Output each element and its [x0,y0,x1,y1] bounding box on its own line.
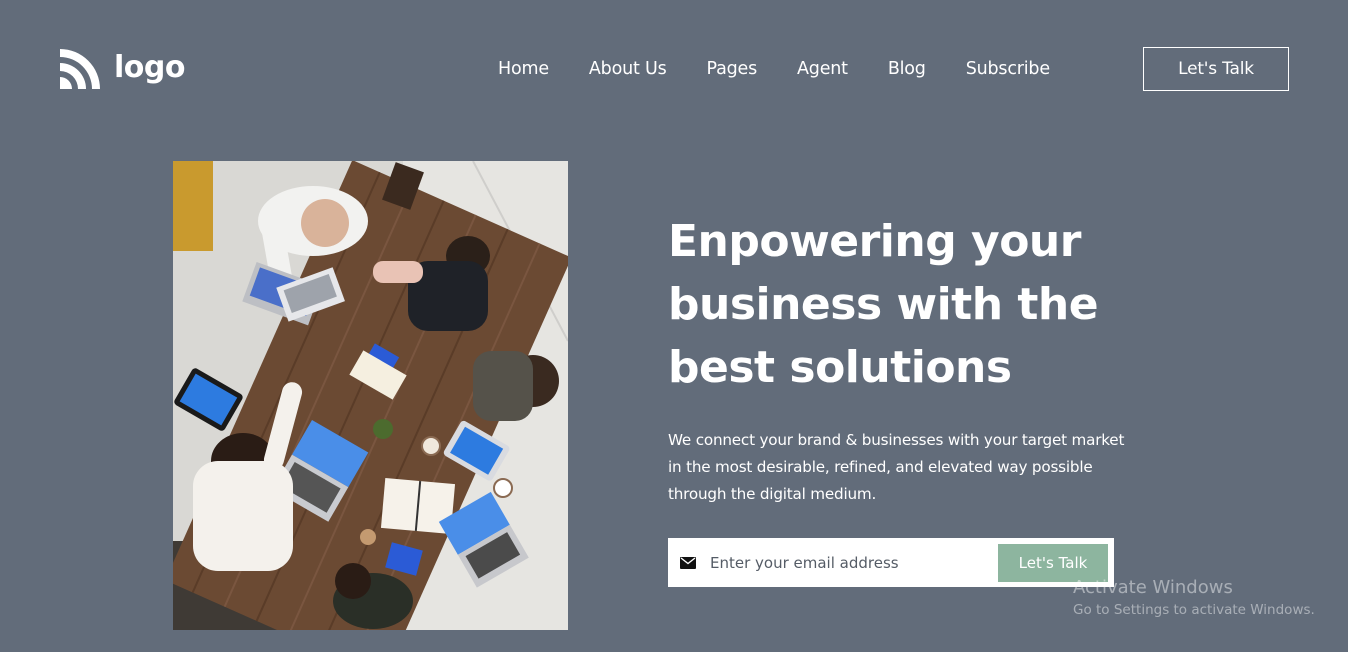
hero-description: We connect your brand & businesses with … [668,427,1188,508]
nav-subscribe[interactable]: Subscribe [966,57,1050,81]
wifi-rss-logo-icon [60,49,100,89]
hero-image [173,161,568,630]
nav-agent[interactable]: Agent [797,57,848,81]
email-subscribe-form: Let's Talk [668,538,1114,587]
nav-home[interactable]: Home [498,57,549,81]
hero-description-line-3: through the digital medium. [668,485,877,503]
activate-windows-watermark: Activate Windows Go to Settings to activ… [1073,576,1315,620]
hero-title-line-1: Enpowering your [668,216,1081,267]
nav-pages[interactable]: Pages [707,57,758,81]
email-input[interactable] [708,541,998,584]
hero-description-line-1: We connect your brand & businesses with … [668,431,1125,449]
lets-talk-header-button[interactable]: Let's Talk [1143,47,1289,91]
nav-blog[interactable]: Blog [888,57,926,81]
hero-title: Enpowering your business with the best s… [668,210,1188,399]
watermark-subtitle: Go to Settings to activate Windows. [1073,602,1315,618]
landing-page: logo Home About Us Pages Agent Blog Subs… [0,0,1348,652]
logo[interactable]: logo [60,47,185,89]
hero-title-line-2: business with the [668,279,1099,330]
hero-description-line-2: in the most desirable, refined, and elev… [668,458,1093,476]
watermark-title: Activate Windows [1073,577,1233,598]
main-nav: Home About Us Pages Agent Blog Subscribe [498,57,1050,81]
mail-icon [680,556,696,569]
nav-about-us[interactable]: About Us [589,57,667,81]
team-meeting-illustration [173,161,568,630]
logo-text: logo [114,50,185,85]
hero-title-line-3: best solutions [668,342,1012,393]
